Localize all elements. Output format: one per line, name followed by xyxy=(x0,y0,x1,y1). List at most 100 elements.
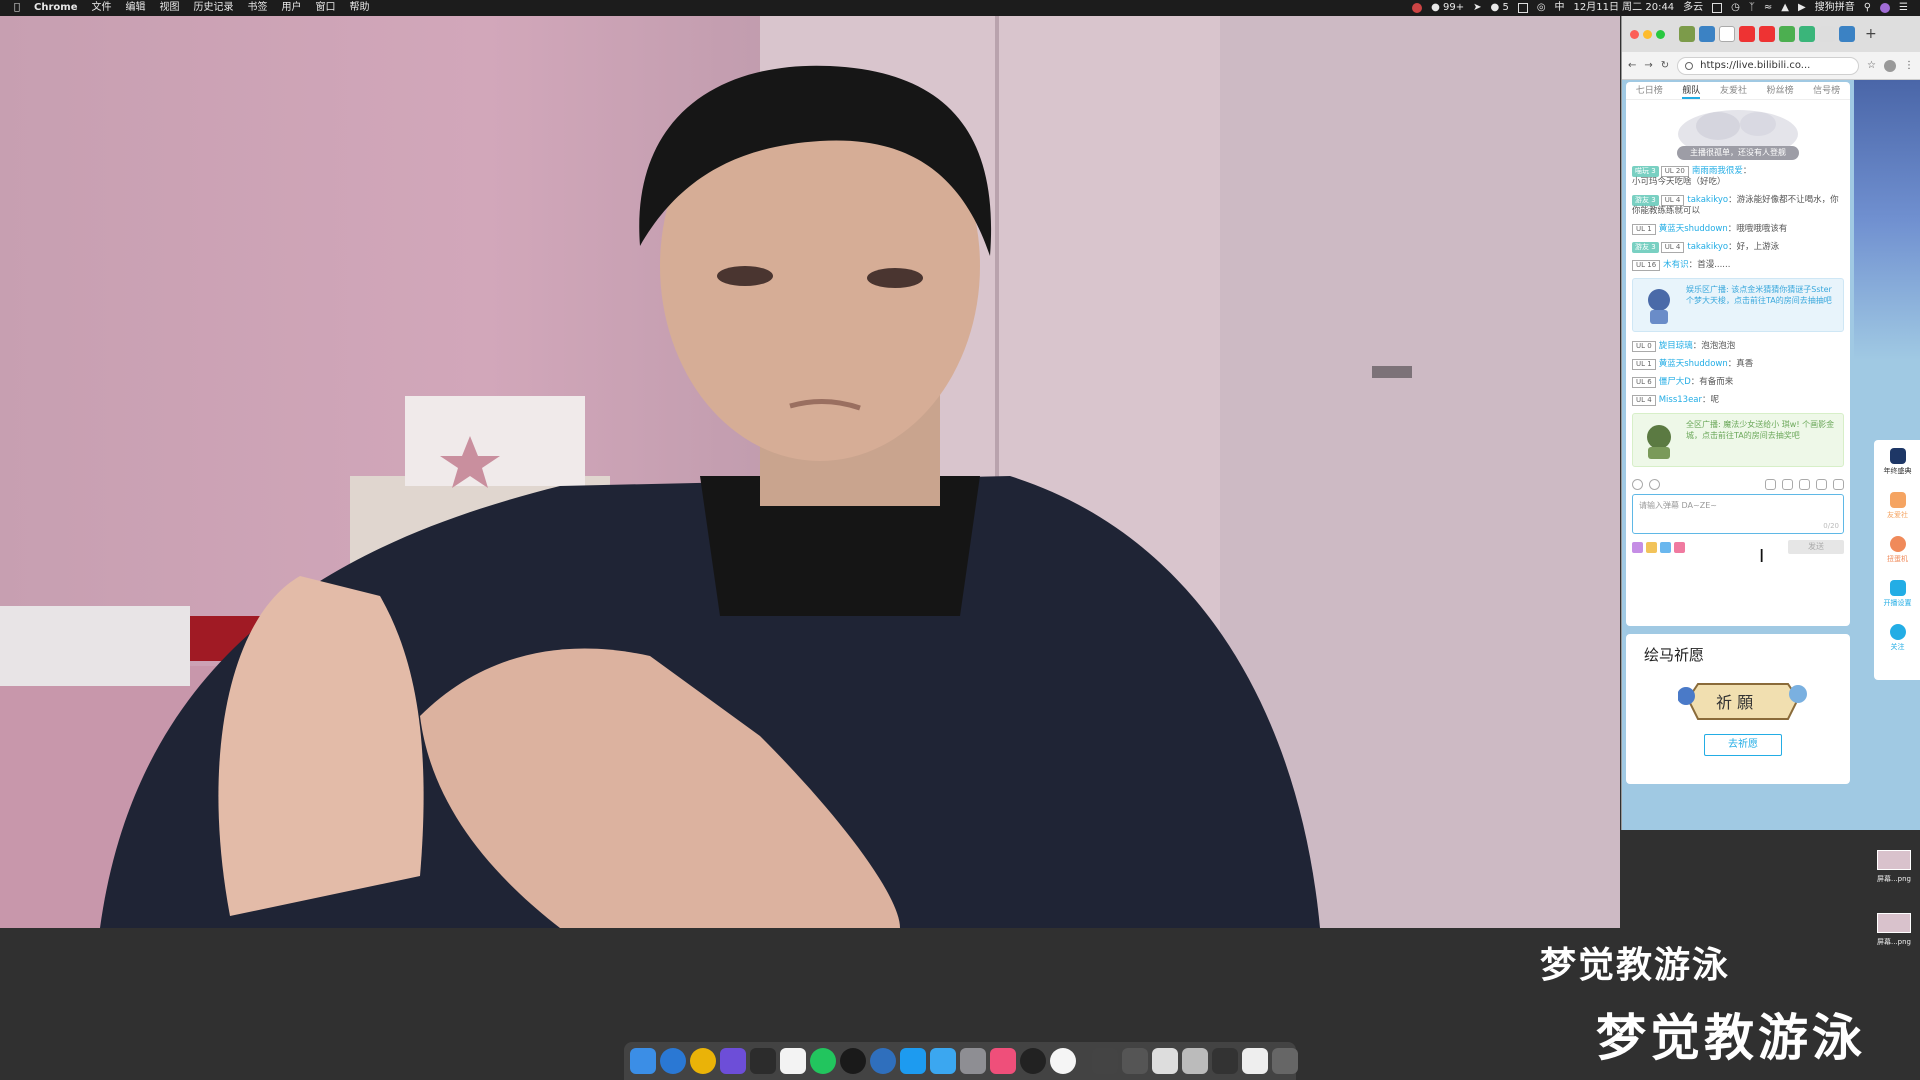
send-icon[interactable]: ➤ xyxy=(1473,0,1481,16)
side-item-follow[interactable]: 关注 xyxy=(1874,616,1920,660)
new-tab-icon[interactable]: + xyxy=(1865,26,1877,42)
desktop-file[interactable]: 屏幕...png xyxy=(1872,850,1916,884)
tab-fans[interactable]: 粉丝榜 xyxy=(1767,82,1794,99)
side-item-stream-settings[interactable]: 开播设置 xyxy=(1874,572,1920,616)
search-icon[interactable]: ⚲ xyxy=(1864,0,1871,16)
settings-icon[interactable] xyxy=(1765,478,1776,490)
minimized-window-icon[interactable] xyxy=(1242,1048,1268,1074)
tab-8[interactable] xyxy=(1819,26,1835,42)
wifi-icon[interactable]: ≈ xyxy=(1764,0,1772,16)
system-preferences-icon[interactable] xyxy=(960,1048,986,1074)
grid-icon[interactable] xyxy=(1712,3,1723,13)
broadcast-card[interactable]: 娱乐区广播: 该点金米猜猜你猜谜子Sster个梦大天梭，点击前往TA的房间去抽抽… xyxy=(1632,278,1844,332)
broadcast-card[interactable]: 全区广播: 魔法少女送给小 琪w! 个画影金城，点击前往TA的房间去抽奖吧 xyxy=(1632,413,1844,467)
imovie-icon[interactable] xyxy=(720,1048,746,1074)
minimized-window-icon[interactable] xyxy=(1182,1048,1208,1074)
username[interactable]: Miss13ear xyxy=(1659,395,1702,405)
minimize-window-button[interactable] xyxy=(1643,29,1652,39)
minimized-window-icon[interactable] xyxy=(1092,1048,1118,1074)
tab-fleet[interactable]: 舰队 xyxy=(1682,82,1701,99)
expand-icon[interactable] xyxy=(1833,478,1844,490)
chrome-icon[interactable] xyxy=(690,1048,716,1074)
final-cut-icon[interactable] xyxy=(750,1048,776,1074)
forward-icon[interactable]: → xyxy=(1644,60,1652,71)
zoom-window-button[interactable] xyxy=(1656,29,1665,39)
info-icon[interactable] xyxy=(1685,61,1694,70)
tab-active[interactable] xyxy=(1719,26,1735,42)
time-machine-icon[interactable]: ◷ xyxy=(1731,0,1740,16)
username[interactable]: 木有识 xyxy=(1663,260,1689,270)
tab-fan-club[interactable]: 友爱社 xyxy=(1720,82,1747,99)
side-item-fan-club[interactable]: 友爱社 xyxy=(1874,484,1920,528)
menu-history[interactable]: 历史记录 xyxy=(193,0,233,16)
reload-icon[interactable]: ↻ xyxy=(1661,60,1669,71)
airplay-icon[interactable]: ▲ xyxy=(1781,0,1789,16)
wechat-icon[interactable] xyxy=(810,1048,836,1074)
tab-7[interactable] xyxy=(1799,26,1815,42)
tab-seven-day[interactable]: 七日榜 xyxy=(1636,82,1663,99)
media-player-icon[interactable] xyxy=(840,1048,866,1074)
username[interactable]: 黄蓝天shuddown xyxy=(1659,224,1728,234)
battery-icon[interactable] xyxy=(1517,3,1528,13)
palette-icon[interactable] xyxy=(1649,478,1660,490)
datetime[interactable]: 12月11日 周二 20:44 xyxy=(1574,0,1675,16)
app-name[interactable]: Chrome xyxy=(34,0,77,16)
side-item-gacha[interactable]: 扭蛋机 xyxy=(1874,528,1920,572)
menu-file[interactable]: 文件 xyxy=(91,0,111,16)
wechat-status[interactable]: ● 5 xyxy=(1491,0,1509,16)
obs-icon[interactable] xyxy=(1020,1048,1046,1074)
baidu-netdisk-icon[interactable] xyxy=(930,1048,956,1074)
input-source-icon[interactable]: 中 xyxy=(1555,0,1565,16)
menu-people[interactable]: 用户 xyxy=(281,0,301,16)
input-method[interactable]: 搜狗拼音 xyxy=(1815,0,1855,16)
minimized-window-icon[interactable] xyxy=(1122,1048,1148,1074)
desktop-file[interactable]: 屏幕...png xyxy=(1872,913,1916,947)
tab-1[interactable] xyxy=(1679,26,1695,42)
badge-icon[interactable] xyxy=(1632,541,1643,553)
profile-avatar[interactable] xyxy=(1884,59,1896,72)
star-icon[interactable]: ☆ xyxy=(1867,60,1876,71)
address-bar[interactable]: https://live.bilibili.co... xyxy=(1677,56,1860,75)
qq-icon[interactable] xyxy=(1050,1048,1076,1074)
fan-medal[interactable]: 游友 3 xyxy=(1632,242,1659,253)
send-button[interactable]: 发送 xyxy=(1788,540,1844,554)
safari-icon[interactable] xyxy=(660,1048,686,1074)
app-store-icon[interactable] xyxy=(900,1048,926,1074)
tab-4[interactable] xyxy=(1739,26,1755,42)
fan-medal[interactable]: 喵玩 3 xyxy=(1632,166,1659,177)
browser-icon[interactable] xyxy=(870,1048,896,1074)
tab-signal[interactable]: 信号榜 xyxy=(1813,82,1840,99)
tab-5[interactable] xyxy=(1759,26,1775,42)
volume-icon[interactable]: ▶ xyxy=(1798,0,1806,16)
screen-icon[interactable] xyxy=(1799,478,1810,490)
menu-window[interactable]: 窗口 xyxy=(315,0,335,16)
username[interactable]: 南雨雨我很爱 xyxy=(1692,166,1743,176)
apple-icon[interactable]:  xyxy=(14,0,20,16)
menu-view[interactable]: 视图 xyxy=(159,0,179,16)
siri-icon[interactable] xyxy=(1880,3,1891,13)
username[interactable]: takakikyo xyxy=(1687,242,1728,252)
minimized-window-icon[interactable] xyxy=(1212,1048,1238,1074)
bluetooth-icon[interactable]: ᛉ xyxy=(1749,0,1755,16)
danmaku-input[interactable]: 请输入弹幕 DA~ZE~ 0/20 xyxy=(1632,494,1844,534)
qq-status[interactable]: ● 99+ xyxy=(1431,0,1464,16)
go-wish-button[interactable]: 去祈愿 xyxy=(1704,734,1782,756)
menu-edit[interactable]: 编辑 xyxy=(125,0,145,16)
username[interactable]: 黄蓝天shuddown xyxy=(1659,359,1728,369)
popout-icon[interactable] xyxy=(1816,478,1827,490)
username[interactable]: 旋目琼璃 xyxy=(1659,341,1693,351)
badge-icon[interactable] xyxy=(1646,541,1657,553)
mic-icon[interactable]: ◎ xyxy=(1537,0,1546,16)
tab-9[interactable] xyxy=(1839,26,1855,42)
music-icon[interactable] xyxy=(990,1048,1016,1074)
badge-icon[interactable] xyxy=(1674,541,1685,553)
screenshot-icon[interactable] xyxy=(1782,478,1793,490)
weibo-icon[interactable] xyxy=(1412,3,1423,13)
badge-icon[interactable] xyxy=(1660,541,1671,553)
menu-help[interactable]: 帮助 xyxy=(349,0,369,16)
trash-icon[interactable] xyxy=(1272,1048,1298,1074)
close-window-button[interactable] xyxy=(1630,29,1639,39)
side-item-annual-gala[interactable]: 年终盛典 xyxy=(1874,440,1920,484)
tab-2[interactable] xyxy=(1699,26,1715,42)
username[interactable]: 僵尸大D xyxy=(1659,377,1691,387)
